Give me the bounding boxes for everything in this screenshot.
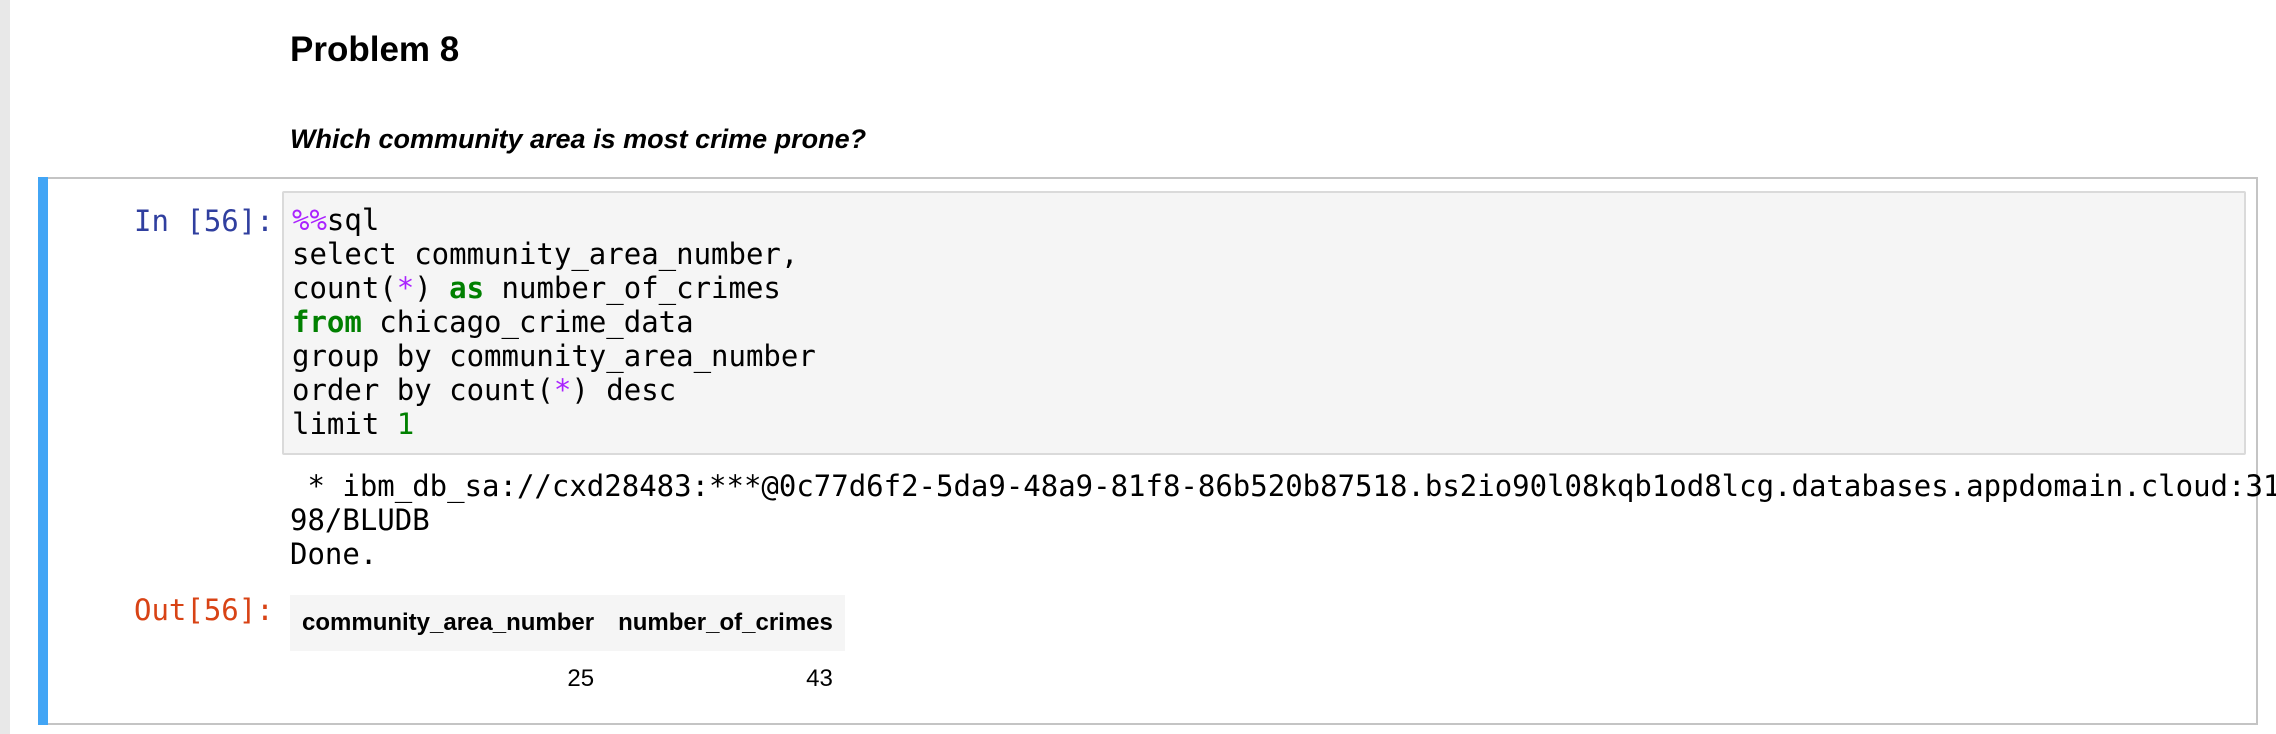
code-token: group by community_area_number bbox=[292, 339, 816, 373]
result-header-row: community_area_number number_of_crimes bbox=[290, 595, 845, 651]
code-token: chicago_crime_data bbox=[361, 305, 694, 339]
output-prompt: Out[56]: bbox=[134, 593, 274, 627]
code-cell[interactable]: In [56]: %%sql select community_area_numb… bbox=[38, 177, 2276, 725]
code-text[interactable]: %%sql select community_area_number, count(… bbox=[292, 203, 816, 441]
code-line[interactable]: count(*) as number_of_crimes bbox=[292, 271, 816, 305]
code-token: ) bbox=[414, 271, 450, 305]
code-line[interactable]: %%sql bbox=[292, 203, 816, 237]
column-header-community-area-number: community_area_number bbox=[290, 595, 607, 651]
code-token: * bbox=[553, 373, 572, 407]
code-line[interactable]: order by count(*) desc bbox=[292, 373, 816, 407]
cell-community-area-number: 25 bbox=[567, 665, 595, 692]
code-token: count( bbox=[292, 271, 397, 305]
code-line[interactable]: from chicago_crime_data bbox=[292, 305, 816, 339]
cell-number-of-crimes: 43 bbox=[806, 665, 833, 692]
code-token: sql bbox=[326, 203, 380, 237]
code-line[interactable]: limit 1 bbox=[292, 407, 816, 441]
stdout-line: 98/BLUDB bbox=[290, 503, 430, 537]
code-editor[interactable]: %%sql select community_area_number, count(… bbox=[282, 191, 2246, 455]
problem-heading: Problem 8 bbox=[290, 30, 460, 69]
code-token: order by count( bbox=[292, 373, 554, 407]
code-token: as bbox=[449, 271, 485, 305]
table-row: 25 43 bbox=[290, 651, 845, 707]
notebook-left-gutter bbox=[0, 0, 10, 734]
code-line[interactable]: select community_area_number, bbox=[292, 237, 816, 271]
code-token: ) desc bbox=[571, 373, 677, 407]
stdout-line: * ibm_db_sa://cxd28483:***@0c77d6f2-5da9… bbox=[290, 469, 2276, 503]
cell-stdout: * ibm_db_sa://cxd28483:***@0c77d6f2-5da9… bbox=[290, 469, 2276, 571]
code-token: from bbox=[292, 305, 362, 339]
code-line[interactable]: group by community_area_number bbox=[292, 339, 816, 373]
problem-question: Which community area is most crime prone… bbox=[290, 124, 867, 154]
code-token: select community_area_number, bbox=[292, 237, 799, 271]
code-token: %% bbox=[292, 203, 327, 237]
result-table: community_area_number number_of_crimes 2… bbox=[290, 595, 845, 707]
input-prompt: In [56]: bbox=[134, 204, 274, 238]
code-token: number_of_crimes bbox=[484, 271, 781, 305]
code-token: 1 bbox=[396, 407, 415, 441]
stdout-line: Done. bbox=[290, 537, 378, 571]
code-token: limit bbox=[292, 407, 397, 441]
code-token: * bbox=[396, 271, 415, 305]
column-header-number-of-crimes: number_of_crimes bbox=[606, 595, 845, 651]
cell-selection-bar bbox=[38, 177, 48, 725]
